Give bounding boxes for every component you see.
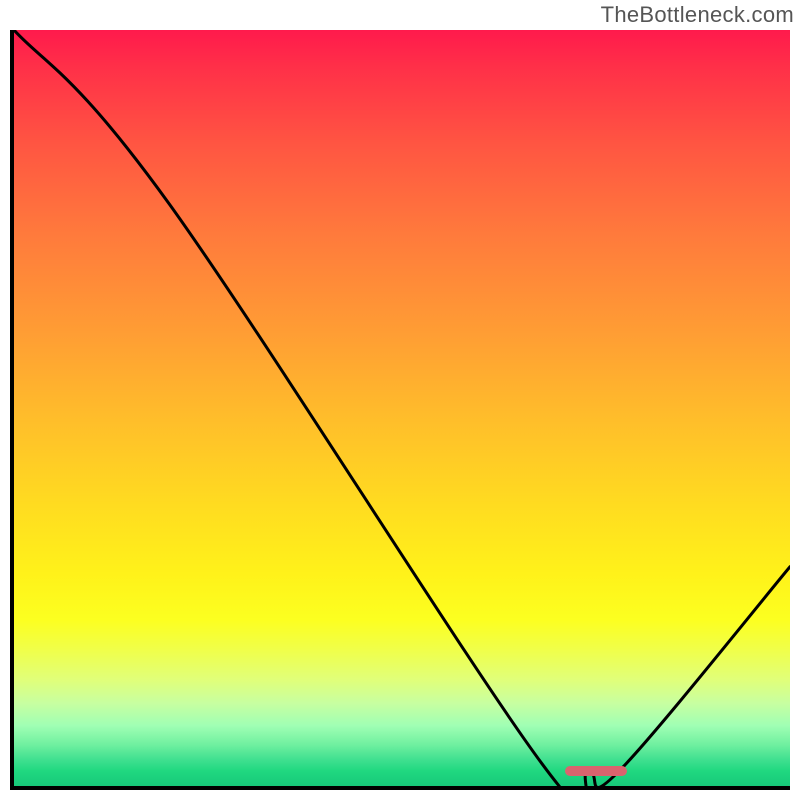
watermark-text: TheBottleneck.com bbox=[601, 2, 794, 28]
background-gradient bbox=[14, 30, 790, 786]
chart-container: TheBottleneck.com bbox=[0, 0, 800, 800]
plot-area bbox=[10, 30, 790, 790]
